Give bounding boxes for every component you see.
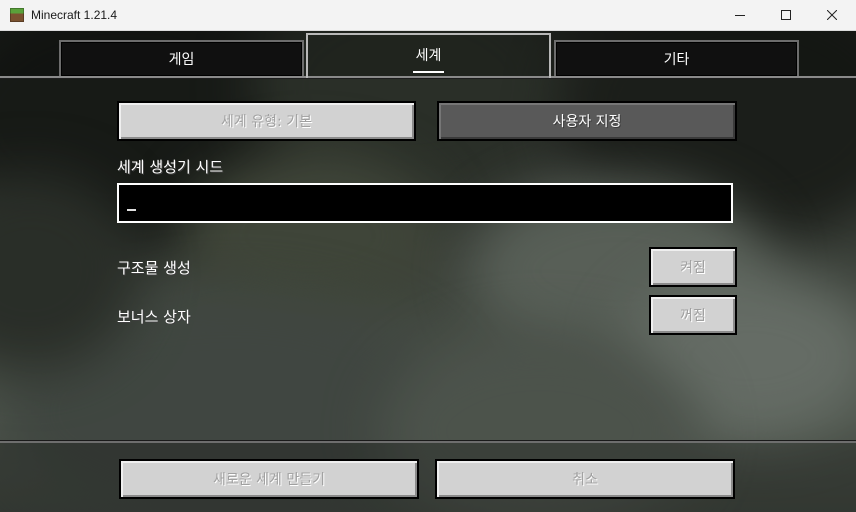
selected-tab-underline — [413, 71, 444, 73]
tab-world-label: 세계 — [415, 47, 442, 64]
create-world-button-label: 새로운 세계 만들기 — [213, 472, 325, 488]
customize-button[interactable]: 사용자 지정 — [437, 101, 737, 141]
structures-toggle-label: 켜짐 — [680, 260, 706, 276]
maximize-button[interactable] — [763, 0, 809, 31]
tab-more-label: 기타 — [663, 52, 690, 68]
cancel-button[interactable]: 취소 — [435, 459, 735, 499]
customize-button-label: 사용자 지정 — [552, 114, 622, 130]
close-icon — [827, 10, 837, 20]
tab-game[interactable]: 게임 — [59, 40, 304, 76]
maximize-icon — [781, 10, 791, 20]
seed-label: 세계 생성기 시드 — [117, 158, 224, 176]
minecraft-window: Minecraft 1.21.4 게임 세계 기타 세계 유형: 기본 사용자 … — [0, 0, 856, 512]
window-title: Minecraft 1.21.4 — [31, 8, 118, 22]
minecraft-grass-block-icon — [10, 8, 24, 22]
world-type-button[interactable]: 세계 유형: 기본 — [117, 101, 416, 141]
text-caret — [127, 209, 136, 211]
bonus-chest-toggle-button[interactable]: 꺼짐 — [649, 295, 737, 335]
minimize-icon — [735, 15, 745, 16]
tab-game-label: 게임 — [168, 52, 195, 68]
close-button[interactable] — [809, 0, 855, 31]
cancel-button-label: 취소 — [572, 472, 598, 488]
world-type-button-label: 세계 유형: 기본 — [221, 114, 312, 130]
tab-more[interactable]: 기타 — [554, 40, 799, 76]
bonus-chest-toggle-label: 꺼짐 — [680, 308, 706, 324]
seed-input[interactable] — [117, 183, 733, 223]
structures-label: 구조물 생성 — [117, 259, 191, 277]
structures-toggle-button[interactable]: 켜짐 — [649, 247, 737, 287]
bonus-chest-label: 보너스 상자 — [117, 308, 191, 326]
create-world-button[interactable]: 새로운 세계 만들기 — [119, 459, 419, 499]
minimize-button[interactable] — [717, 0, 763, 31]
title-bar: Minecraft 1.21.4 — [0, 0, 856, 31]
